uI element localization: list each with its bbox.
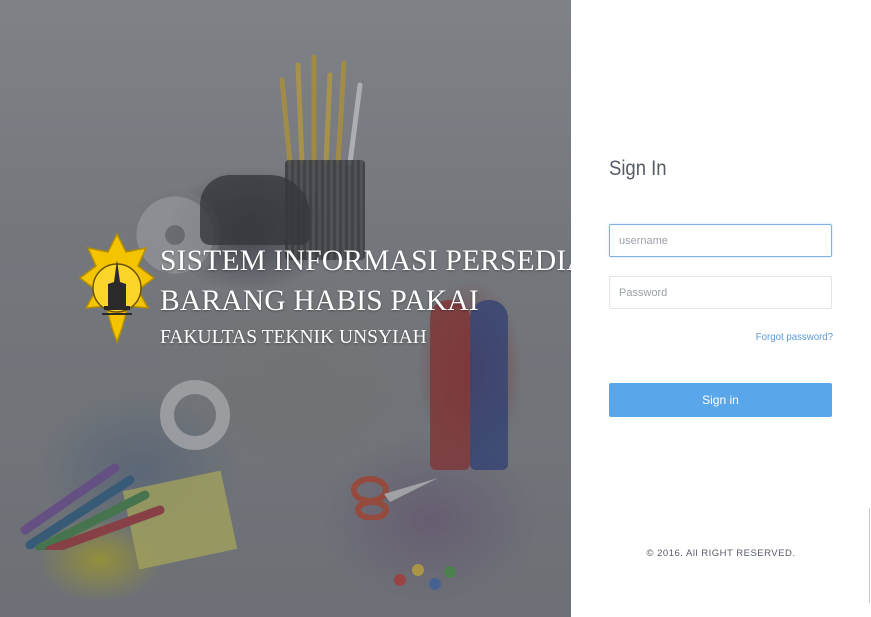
window-edge-divider: [869, 508, 870, 603]
brand-title-line1: SISTEM INFORMASI PERSEDIAAN: [160, 245, 571, 277]
copyright-footer: © 2016. All RIGHT RESERVED.: [646, 548, 796, 559]
signin-heading: Sign In: [609, 157, 667, 180]
username-field[interactable]: [609, 224, 832, 257]
forgot-password-link[interactable]: Forgot password?: [756, 331, 833, 343]
hero-background: SISTEM INFORMASI PERSEDIAAN BARANG HABIS…: [0, 0, 571, 617]
login-panel: Sign In Forgot password? Sign in © 2016.…: [571, 0, 871, 617]
university-crest-icon: [78, 232, 156, 344]
password-field[interactable]: [609, 276, 832, 309]
brand-title-line2: BARANG HABIS PAKAI: [160, 285, 479, 317]
brand-subtitle: FAKULTAS TEKNIK UNSYIAH: [160, 327, 427, 348]
signin-button[interactable]: Sign in: [609, 383, 832, 417]
